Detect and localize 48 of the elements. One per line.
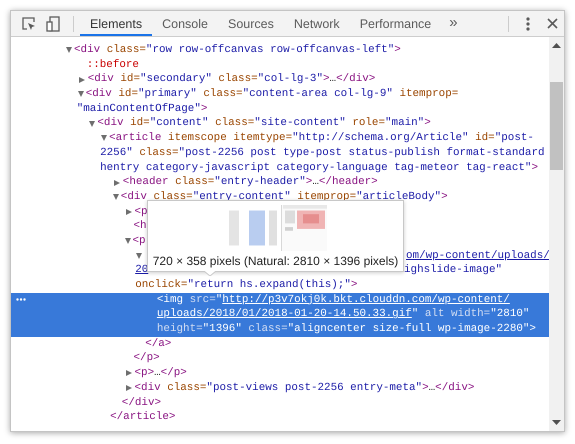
code-line: <div id="secondary" class="col-lg-3">…</div>: [88, 72, 376, 88]
down-triangle-icon[interactable]: [112, 194, 119, 200]
code-line: <div class="post-views post-2256 entry-meta">…</div>: [134, 380, 474, 396]
tab[interactable]: Elements: [80, 11, 152, 36]
code-line: </a>: [145, 336, 172, 352]
code-line: onclick="return hs.expand(this);">: [135, 278, 358, 293]
code-line: <p: [132, 234, 146, 249]
code-line: <p>…</p>: [134, 366, 187, 381]
down-triangle-icon[interactable]: [78, 91, 84, 98]
code-line: </p>: [134, 351, 160, 366]
code-line: <div id="content" class="site-content" role="main">: [97, 116, 431, 132]
down-triangle-icon[interactable]: [101, 135, 108, 142]
code-line: <div class="row row-offcanvas row-offcanvas-left">: [74, 43, 401, 58]
right-triangle-icon[interactable]: [126, 385, 132, 392]
code-line: </article>: [110, 410, 176, 425]
right-triangle-icon[interactable]: [126, 208, 132, 215]
down-triangle-icon[interactable]: [124, 238, 130, 244]
scrollbar[interactable]: [549, 37, 564, 431]
right-triangle-icon[interactable]: [78, 76, 85, 83]
code-line: <img src="http://p3v7okj0k.bkt.clouddn.com/wp-content/: [156, 292, 510, 308]
tab[interactable]: Network: [284, 11, 350, 36]
code-line: ::before: [86, 58, 139, 72]
code-line: <div id="primary" class="content-area col-lg-9" itemprop=: [86, 87, 458, 102]
code-line: uploads/2018/01/2018-01-20-14.50.33.gif" alt width="2810": [156, 307, 530, 322]
code-line: </div>: [122, 396, 162, 410]
code-line: "mainContentOfPage">: [76, 102, 208, 116]
tab[interactable]: Performance: [350, 11, 442, 36]
code-line: <article itemscope itemtype="http://schema.org/Article" id="post-: [109, 131, 534, 146]
more-dots-icon[interactable]: [16, 298, 26, 301]
right-triangle-icon[interactable]: [126, 370, 132, 376]
code-line: <div class="entry-content" itemprop="articleBody">: [120, 190, 448, 205]
selected-node-highlight[interactable]: <img src="http://p3v7okj0k.bkt.clouddn.com/wp-content/ uploads/2018/01/2018-01-20-14.50.33.gif" alt width="2810" height="1396" class="aligncenter size-full wp-image-2280">: [11, 292, 549, 337]
scrollbar-thumb[interactable]: [550, 82, 563, 170]
down-triangle-icon[interactable]: [89, 120, 96, 127]
code-fragment: ighslide-image": [404, 263, 502, 278]
code-line: <header class="entry-header">…</header>: [122, 175, 378, 190]
code-line: <h: [134, 219, 147, 234]
code-line: height="1396" class="aligncenter size-full wp-image-2280">: [156, 322, 536, 337]
code-line: 2256" class="post-2256 post type-post status-publish format-standard: [100, 146, 545, 161]
tab[interactable]: Sources: [218, 11, 284, 36]
tab[interactable]: Console: [152, 11, 218, 36]
image-size-text: 720 × 358 pixels (Natural: 2810 × 1396 pixels): [152, 254, 398, 268]
code-line: <p: [134, 204, 148, 220]
code-line: om/wp-content/uploads/: [406, 248, 549, 264]
more-tabs-button[interactable]: »: [441, 14, 464, 33]
code-line: hentry category-javascript category-language tag-meteor tag-react">: [100, 160, 538, 176]
right-triangle-icon[interactable]: [114, 180, 120, 186]
down-triangle-icon[interactable]: [66, 47, 72, 54]
